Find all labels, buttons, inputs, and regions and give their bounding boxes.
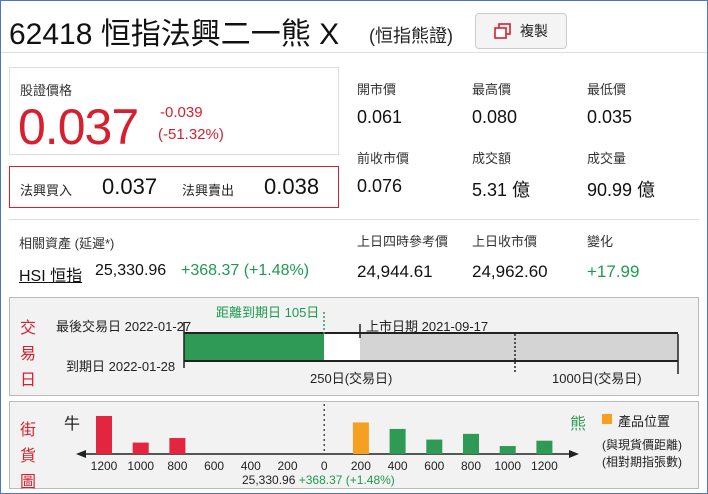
diff-label: 變化 (587, 234, 614, 249)
ask-label: 法興賣出 (182, 183, 235, 198)
axis-arrow-right (569, 450, 579, 458)
prev-close-label: 前收市價 (357, 151, 410, 166)
x-tick-label: 1000 (127, 459, 154, 473)
bear-bar (463, 433, 479, 454)
x-tick-label: 1000 (494, 459, 521, 473)
bear-bar (536, 440, 553, 454)
bull-bar (96, 416, 112, 454)
bid-label: 法興買入 (20, 183, 73, 198)
bid-ask-box: 法興買入 0.037 法興賣出 0.038 (9, 166, 339, 208)
x-tick-label: 400 (388, 459, 408, 473)
x-tick-label: 1200 (531, 459, 558, 473)
bear-bar (426, 439, 443, 454)
warrant-detail-panel: 62418 恒指法興二一熊 X (恒指熊證) 複製 股證價格 0.037 -0.… (0, 0, 708, 494)
divider (9, 219, 699, 220)
volume-value: 90.99 億 (587, 180, 656, 200)
turnover-value: 5.31 億 (472, 180, 531, 200)
timeline-elapsed (360, 334, 678, 360)
copy-icon (494, 23, 512, 39)
bear-bar (389, 428, 406, 454)
price-label: 股證價格 (20, 83, 73, 98)
copy-button[interactable]: 複製 (475, 13, 567, 49)
axis-arrow-left (76, 450, 86, 458)
low-value: 0.035 (587, 107, 633, 127)
x-tick-label: 200 (277, 459, 297, 473)
bull-bar (132, 442, 149, 454)
prev-close-value: 0.076 (357, 176, 403, 196)
price-change: -0.039 (160, 104, 203, 121)
related-asset-link[interactable]: HSI 恒指 (19, 262, 82, 286)
x-tick-label: 800 (461, 459, 481, 473)
turnover-label: 成交額 (472, 151, 512, 166)
bid-value: 0.037 (102, 174, 158, 199)
ask-value: 0.038 (264, 174, 320, 199)
timeline-bar (183, 312, 679, 374)
bull-bar (169, 438, 186, 454)
trading-days-section: 交 易 日 最後交易日 2022-01-27 距離到期日 105日 上市日期 2… (9, 297, 699, 396)
price-box: 股證價格 0.037 -0.039 (-51.32%) (9, 67, 339, 155)
street-section: 街 貨 圖 牛 熊 產品位置 (與現貨價距離) (相對期指張數) 25,330.… (9, 401, 699, 491)
related-asset-change: +368.37 (+1.48%) (181, 262, 310, 279)
street-chart: 1200 1000 800 600 400 200 0 200 400 600 800 1000 120… (76, 404, 579, 473)
x-tick-label: 600 (204, 459, 224, 473)
price-value: 0.037 (18, 99, 139, 155)
low-label: 最低價 (587, 82, 627, 97)
high-value: 0.080 (472, 107, 518, 127)
bear-bar (352, 422, 369, 454)
x-tick-label: 400 (241, 459, 261, 473)
x-tick-label: 0 (321, 459, 328, 473)
x-tick-label: 800 (167, 459, 187, 473)
open-label: 開市價 (357, 82, 397, 97)
copy-label: 複製 (520, 23, 548, 39)
high-label: 最高價 (472, 82, 512, 97)
bear-bar (499, 446, 516, 454)
page-title: 62418 恒指法興二一熊 X (9, 18, 340, 51)
prev-asset-close-value: 24,962.60 (472, 262, 548, 281)
product-type: (恒指熊證) (369, 26, 453, 46)
price-change-pct: (-51.32%) (158, 126, 224, 143)
diff-value: +17.99 (587, 262, 640, 281)
related-asset-label: 相關資產 (延遲*) (19, 236, 115, 251)
x-tick-label: 200 (351, 459, 371, 473)
x-tick-label: 1200 (91, 459, 118, 473)
volume-label: 成交量 (587, 151, 627, 166)
open-value: 0.061 (357, 107, 403, 127)
prev-asset-close-label: 上日收市價 (472, 234, 538, 249)
timeline-remaining (184, 334, 324, 360)
ref-price-label: 上日四時參考價 (357, 234, 449, 249)
related-asset-value: 25,330.96 (95, 262, 167, 279)
ref-price-value: 24,944.61 (357, 262, 433, 281)
x-tick-label: 600 (424, 459, 444, 473)
header: 62418 恒指法興二一熊 X (恒指熊證) 複製 (1, 1, 707, 53)
